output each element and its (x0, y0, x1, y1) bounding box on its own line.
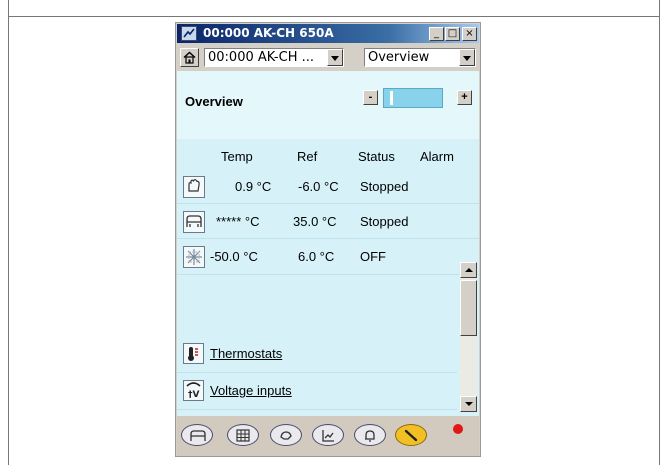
outer-frame-rule (8, 16, 660, 17)
app-icon (181, 26, 197, 41)
row-temp: -50.0 °C (210, 249, 258, 264)
column-header-status: Status (358, 149, 395, 164)
scroll-up-button[interactable] (460, 262, 477, 278)
table-row[interactable]: -50.0 °C 6.0 °C OFF (177, 239, 479, 273)
display-case-icon (190, 430, 206, 441)
pane-header: Overview - + (177, 71, 479, 139)
row-temp: ***** °C (216, 214, 260, 229)
bell-icon (365, 430, 375, 442)
wrench-icon (404, 429, 418, 442)
minimize-button[interactable]: _ (429, 27, 444, 41)
column-header-alarm: Alarm (420, 149, 454, 164)
maximize-button[interactable]: □ (445, 27, 460, 41)
column-header-temp: Temp (221, 149, 253, 164)
close-button[interactable]: × (462, 27, 477, 41)
row-ref: -6.0 °C (298, 179, 339, 194)
table-row[interactable]: ***** °C 35.0 °C Stopped (177, 204, 479, 238)
list-item[interactable]: Thermostats (177, 336, 457, 372)
vertical-scrollbar[interactable] (460, 262, 477, 412)
page-slider[interactable]: - + (363, 87, 475, 111)
row-ref: 6.0 °C (298, 249, 335, 264)
alarm-indicator (453, 424, 463, 434)
chart-nav-button[interactable] (312, 424, 344, 446)
page-title: Overview (185, 94, 243, 109)
window-title: 00:000 AK-CH 650A (203, 26, 334, 40)
chart-icon (322, 430, 334, 442)
device-select-value: 00:000 AK-CH ... (208, 50, 314, 65)
column-header-ref: Ref (297, 149, 318, 164)
grid-icon (236, 429, 250, 442)
app-window: 00:000 AK-CH 650A _ □ × 00:000 AK-CH ...… (175, 22, 481, 457)
row-divider (177, 409, 457, 410)
chevron-down-icon[interactable] (327, 49, 343, 66)
hand-nav-button[interactable] (270, 424, 302, 446)
row-status: Stopped (360, 179, 409, 194)
slider-thumb[interactable] (390, 91, 393, 105)
thermostats-link[interactable]: Thermostats (210, 346, 282, 361)
row-ref: 35.0 °C (293, 214, 337, 229)
hand-icon[interactable] (183, 176, 205, 198)
home-button[interactable] (180, 48, 199, 67)
slider-minus-button[interactable]: - (363, 90, 378, 105)
wrench-nav-button[interactable] (395, 424, 427, 446)
voltage-input-icon: †V (183, 380, 204, 401)
row-status: OFF (360, 249, 386, 264)
grid-nav-button[interactable] (227, 424, 259, 446)
row-status: Stopped (360, 214, 409, 229)
bell-nav-button[interactable] (354, 424, 386, 446)
row-divider (177, 274, 479, 275)
toolbar: 00:000 AK-CH ... Overview (177, 44, 479, 70)
row-temp: 0.9 °C (235, 179, 272, 194)
display-case-icon[interactable] (183, 211, 205, 233)
defrost-icon[interactable] (183, 246, 205, 268)
slider-plus-button[interactable]: + (457, 90, 472, 105)
display-case-nav-button[interactable] (181, 424, 213, 446)
hand-icon (280, 431, 292, 440)
view-select[interactable]: Overview (364, 48, 476, 67)
home-icon (183, 51, 196, 64)
device-select[interactable]: 00:000 AK-CH ... (204, 48, 344, 67)
bottom-nav (177, 416, 479, 456)
content-pane: Overview - + Temp Ref Status Alarm 0.9 °… (177, 71, 479, 456)
view-select-value: Overview (368, 50, 430, 65)
chevron-down-icon[interactable] (459, 49, 475, 66)
list-item[interactable]: †V Voltage inputs (177, 373, 457, 409)
thermostat-icon (183, 343, 204, 364)
svg-text:†V: †V (188, 390, 200, 400)
slider-track[interactable] (383, 88, 443, 108)
title-bar[interactable]: 00:000 AK-CH 650A _ □ × (177, 24, 479, 43)
scroll-down-button[interactable] (460, 396, 477, 412)
voltage-inputs-link[interactable]: Voltage inputs (210, 383, 292, 398)
scroll-thumb[interactable] (460, 280, 477, 336)
table-row[interactable]: 0.9 °C -6.0 °C Stopped (177, 169, 479, 203)
